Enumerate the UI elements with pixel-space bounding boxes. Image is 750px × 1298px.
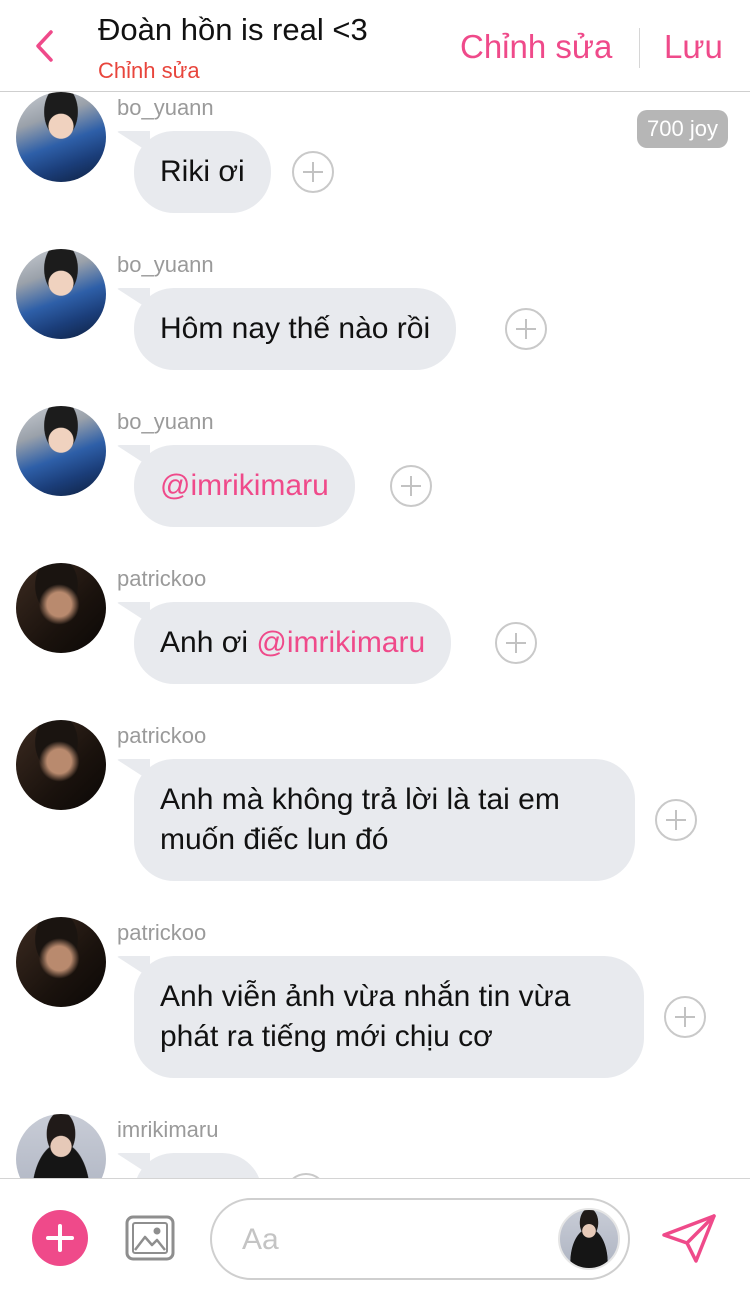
composer-bar (0, 1178, 750, 1298)
avatar[interactable] (16, 406, 106, 496)
message-text-line: muốn điếc lun đó (160, 823, 389, 856)
message-username: bo_yuann (117, 95, 214, 120)
message-text-line: Anh viễn ảnh vừa nhắn tin vừa (160, 980, 571, 1013)
message-bubble[interactable]: Anh mà không trả lời là tai em muốn điếc… (134, 759, 635, 881)
avatar[interactable] (16, 1114, 106, 1178)
back-button[interactable] (26, 26, 62, 66)
react-button[interactable] (505, 308, 547, 350)
chevron-left-icon (36, 30, 53, 62)
avatar[interactable] (16, 563, 106, 653)
avatar[interactable] (16, 249, 106, 339)
save-button[interactable]: Lưu (664, 28, 723, 66)
avatar[interactable] (16, 720, 106, 810)
chat-title: Đoàn hồn is real <3 (98, 12, 368, 47)
send-icon[interactable] (660, 1213, 718, 1265)
paper-plane-icon (662, 1214, 716, 1263)
message-bubble[interactable]: Riki ơi (134, 131, 271, 213)
message-username: bo_yuann (117, 252, 214, 277)
edit-button[interactable]: Chỉnh sửa (460, 28, 612, 66)
chat-header: Đoàn hồn is real <3 Chỉnh sửa Chỉnh sửa … (0, 0, 750, 92)
chat-subtitle[interactable]: Chỉnh sửa (98, 58, 200, 84)
header-divider (639, 28, 640, 68)
react-button[interactable] (390, 465, 432, 507)
message-input-box[interactable] (210, 1198, 630, 1280)
sender-avatar[interactable] (558, 1208, 620, 1270)
message-text: Hôm nay thế nào rồi (160, 312, 431, 345)
message-bubble[interactable]: Anh viễn ảnh vừa nhắn tin vừa phát ra ti… (134, 956, 644, 1078)
avatar[interactable] (16, 92, 106, 182)
avatar[interactable] (16, 917, 106, 1007)
message-list[interactable]: 700 joy bo_yuann Riki ơi bo_yuann Hôm na… (0, 92, 750, 1178)
message-bubble[interactable]: Anh ơi @imrikimaru (134, 602, 452, 684)
react-button[interactable] (664, 996, 706, 1038)
message-bubble[interactable]: Hôm nay thế nào rồi (134, 288, 457, 370)
message-username: bo_yuann (117, 409, 214, 434)
joy-badge: 700 joy (637, 110, 728, 148)
react-button[interactable] (495, 622, 537, 664)
message-text-line: phát ra tiếng mới chịu cơ (160, 1020, 493, 1053)
message-username: imrikimaru (117, 1117, 219, 1142)
plus-icon[interactable] (32, 1210, 88, 1266)
message-username: patrickoo (117, 723, 207, 748)
message-username: patrickoo (117, 566, 207, 591)
react-button[interactable] (292, 151, 334, 193)
message-bubble[interactable] (134, 1153, 262, 1178)
mention-link[interactable]: @imrikimaru (160, 469, 329, 502)
message-input[interactable] (242, 1218, 542, 1262)
message-username: patrickoo (117, 920, 207, 945)
react-button[interactable] (655, 799, 697, 841)
message-text: Anh ơi (160, 626, 257, 659)
image-picker-icon (125, 1215, 175, 1261)
message-bubble[interactable]: @imrikimaru (134, 445, 355, 527)
message-text: Riki ơi (160, 155, 245, 188)
image-icon[interactable] (124, 1212, 176, 1264)
mention-link[interactable]: @imrikimaru (256, 626, 425, 659)
message-text-line: Anh mà không trả lời là tai em (160, 783, 560, 816)
